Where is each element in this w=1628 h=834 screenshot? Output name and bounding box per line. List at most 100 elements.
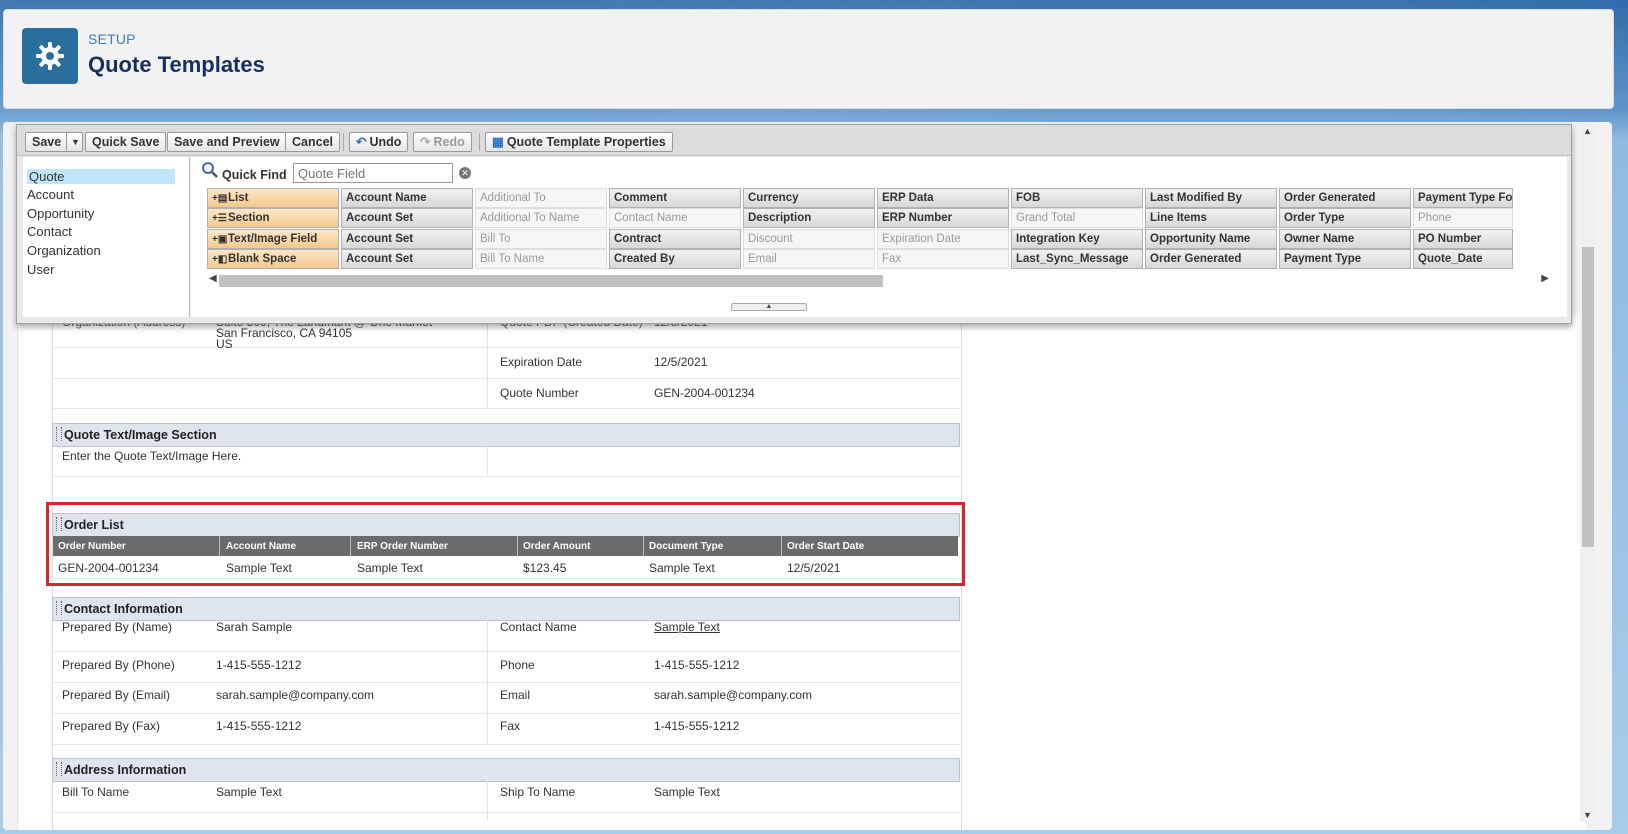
text-image-placeholder: Enter the Quote Text/Image Here. (62, 449, 242, 463)
expiration-row: Expiration Date 12/5/2021 (52, 347, 960, 379)
clear-icon[interactable]: ✕ (459, 167, 471, 179)
nav-item-organization[interactable]: Organization (27, 243, 101, 258)
undo-icon: ↶ (356, 135, 367, 149)
component-label: List (228, 192, 249, 204)
field-item[interactable]: Description (743, 208, 875, 228)
field-item[interactable]: Last_Sync_Message (1011, 249, 1143, 269)
scroll-left-icon[interactable]: ◀ (209, 273, 217, 284)
field-item[interactable]: Fax (877, 249, 1009, 269)
nav-item-contact[interactable]: Contact (27, 224, 72, 239)
nav-item-quote[interactable]: Quote (27, 169, 175, 184)
cancel-button[interactable]: Cancel (285, 132, 340, 152)
section-title: Contact Information (64, 602, 183, 616)
field-item[interactable]: PO Number (1413, 229, 1513, 249)
field-item[interactable]: Payment Type Form (1413, 188, 1513, 208)
field-item[interactable]: Discount (743, 229, 875, 249)
quote-template-properties-button[interactable]: ▦ Quote Template Properties (485, 132, 673, 152)
scroll-down-icon[interactable]: ▼ (1583, 810, 1592, 820)
drag-grip-icon[interactable] (56, 762, 62, 776)
contact-section-header[interactable]: Contact Information (52, 597, 960, 621)
field-item[interactable]: Account Set (341, 249, 473, 269)
drag-grip-icon[interactable] (56, 427, 62, 441)
component-text-image[interactable]: +▣Text/Image Field (207, 229, 339, 249)
field-item[interactable]: Comment (609, 188, 741, 208)
quick-save-button[interactable]: Quick Save (85, 132, 167, 152)
field-item[interactable]: Owner Name (1279, 229, 1411, 249)
nav-item-account[interactable]: Account (27, 187, 74, 202)
field-item[interactable]: Order Generated (1279, 188, 1411, 208)
field-item[interactable]: Currency (743, 188, 875, 208)
list-icon: +▤ (212, 193, 228, 204)
nav-item-user[interactable]: User (27, 262, 54, 277)
field-item[interactable]: Contact Name (609, 208, 741, 228)
properties-icon: ▦ (492, 135, 504, 149)
field-value: sarah.sample@company.com (654, 688, 813, 702)
section-title: Address Information (64, 763, 187, 777)
field-item[interactable]: Opportunity Name (1145, 229, 1277, 249)
component-list[interactable]: +▤List (207, 188, 339, 208)
field-item[interactable]: Grand Total (1011, 208, 1143, 228)
scrollbar-thumb[interactable] (1582, 247, 1594, 547)
text-image-row[interactable]: Enter the Quote Text/Image Here. (52, 446, 960, 477)
field-item[interactable]: Integration Key (1011, 229, 1143, 249)
field-item[interactable]: Created By (609, 249, 741, 269)
field-item[interactable]: ERP Data (877, 188, 1009, 208)
field-item[interactable]: Contract (609, 229, 741, 249)
nav-item-opportunity[interactable]: Opportunity (27, 206, 94, 221)
save-and-preview-button[interactable]: Save and Preview (167, 132, 287, 152)
field-value-link[interactable]: Sample Text (654, 620, 720, 634)
field-label: Email (500, 688, 531, 702)
scroll-up-icon[interactable]: ▲ (1583, 126, 1592, 136)
toolbar-separator (479, 133, 480, 151)
field-item[interactable]: Line Items (1145, 208, 1277, 228)
scrollbar-thumb[interactable] (219, 275, 883, 287)
field-item[interactable]: Phone (1413, 208, 1513, 228)
redo-button[interactable]: ↷ Redo (413, 132, 472, 152)
field-value: Sample Text (216, 785, 282, 799)
template-editor-panel: Save ▼ Quick Save Save and Preview Cance… (16, 124, 1572, 324)
field-item[interactable]: Last Modified By (1145, 188, 1277, 208)
field-label: Prepared By (Name) (62, 620, 173, 634)
field-item[interactable]: Expiration Date (877, 229, 1009, 249)
palette-scrollbar[interactable]: ◀ ▶ (209, 273, 1549, 287)
text-image-section-header[interactable]: Quote Text/Image Section (52, 423, 960, 447)
field-label: Prepared By (Phone) (62, 658, 175, 672)
field-item[interactable]: Account Name (341, 188, 473, 208)
collapse-handle-icon[interactable]: ▲ (731, 303, 807, 311)
quick-find-input[interactable] (293, 163, 453, 183)
field-item[interactable]: FOB (1011, 188, 1143, 208)
field-value: Sarah Sample (216, 620, 293, 634)
address-section-header[interactable]: Address Information (52, 758, 960, 782)
field-item[interactable]: Additional To (475, 188, 607, 208)
field-item[interactable]: ERP Number (877, 208, 1009, 228)
field-item[interactable]: Bill To Name (475, 249, 607, 269)
component-blank-space[interactable]: +◧Blank Space (207, 249, 339, 269)
component-label: Text/Image Field (228, 233, 318, 245)
field-item[interactable]: Account Set (341, 208, 473, 228)
breadcrumb[interactable]: SETUP (88, 31, 136, 47)
field-item[interactable]: Payment Type (1279, 249, 1411, 269)
field-label: Bill To Name (62, 785, 130, 799)
field-item[interactable]: Order Generated (1145, 249, 1277, 269)
page-scrollbar[interactable]: ▲ ▼ (1580, 122, 1596, 822)
setup-gear-icon (22, 28, 78, 84)
properties-label: Quote Template Properties (506, 135, 666, 149)
drag-grip-icon[interactable] (56, 601, 62, 615)
field-label: Phone (500, 658, 535, 672)
expiration-value: 12/5/2021 (654, 355, 708, 369)
save-button[interactable]: Save ▼ (25, 132, 83, 152)
field-item[interactable]: Email (743, 249, 875, 269)
component-section[interactable]: +☰Section (207, 208, 339, 228)
field-item[interactable]: Order Type (1279, 208, 1411, 228)
field-item[interactable]: Bill To (475, 229, 607, 249)
field-item[interactable]: Additional To Name (475, 208, 607, 228)
quote-number-label: Quote Number (500, 386, 579, 400)
scroll-right-icon[interactable]: ▶ (1541, 273, 1549, 284)
quote-number-value: GEN-2004-001234 (654, 386, 755, 400)
field-value: Sample Text (654, 785, 720, 799)
field-item[interactable]: Quote_Date (1413, 249, 1513, 269)
chevron-down-icon[interactable]: ▼ (66, 133, 80, 151)
contact-row: Prepared By (Email) sarah.sample@company… (52, 682, 960, 714)
undo-button[interactable]: ↶ Undo (349, 132, 409, 152)
field-item[interactable]: Account Set (341, 229, 473, 249)
